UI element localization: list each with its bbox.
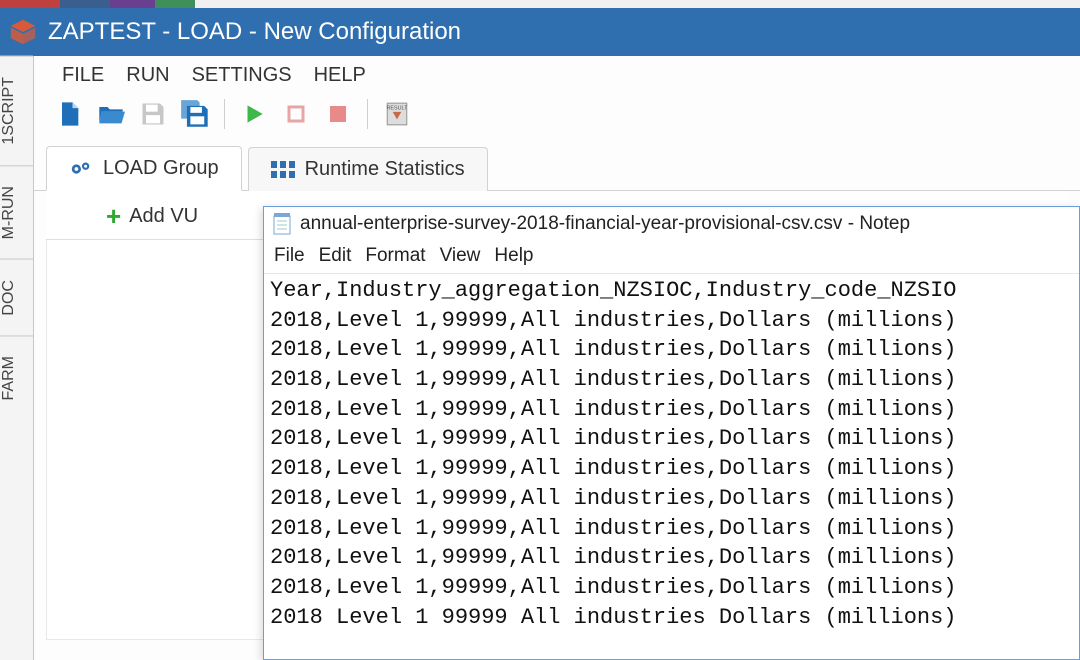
toolbar: RESULT bbox=[34, 91, 1080, 139]
notepad-line: 2018,Level 1,99999,All industries,Dollar… bbox=[270, 365, 1073, 395]
gears-icon bbox=[69, 158, 93, 180]
save-all-icon[interactable] bbox=[178, 97, 212, 131]
notepad-line: 2018,Level 1,99999,All industries,Dollar… bbox=[270, 335, 1073, 365]
notepad-menu-help[interactable]: Help bbox=[494, 245, 533, 267]
menu-settings[interactable]: SETTINGS bbox=[192, 64, 292, 87]
tab-row: LOAD Group Runtime Statistics bbox=[34, 139, 1080, 191]
notepad-window: annual-enterprise-survey-2018-financial-… bbox=[263, 206, 1080, 660]
menu-run[interactable]: RUN bbox=[126, 64, 169, 87]
tab-label: LOAD Group bbox=[103, 157, 219, 180]
notepad-menu-format[interactable]: Format bbox=[365, 245, 425, 267]
side-tab-doc[interactable]: DOC bbox=[0, 259, 33, 336]
app-logo-icon bbox=[8, 17, 38, 47]
notepad-menu-file[interactable]: File bbox=[274, 245, 305, 267]
notepad-menu-edit[interactable]: Edit bbox=[319, 245, 352, 267]
menu-bar: FILE RUN SETTINGS HELP bbox=[34, 56, 1080, 91]
grid-icon bbox=[271, 159, 295, 181]
open-folder-icon[interactable] bbox=[94, 97, 128, 131]
notepad-line: 2018 Level 1 99999 All industries Dollar… bbox=[270, 603, 1073, 633]
notepad-line: 2018,Level 1,99999,All industries,Dollar… bbox=[270, 395, 1073, 425]
side-tab-mrun[interactable]: M-RUN bbox=[0, 165, 33, 259]
plus-icon: + bbox=[106, 203, 121, 229]
toolbar-separator bbox=[367, 99, 368, 129]
notepad-line: 2018,Level 1,99999,All industries,Dollar… bbox=[270, 543, 1073, 573]
side-tab-farm[interactable]: FARM bbox=[0, 335, 33, 420]
title-bar: ZAPTEST - LOAD - New Configuration bbox=[0, 8, 1080, 56]
side-tab-1script[interactable]: 1SCRIPT bbox=[0, 56, 33, 165]
notepad-line: 2018,Level 1,99999,All industries,Dollar… bbox=[270, 424, 1073, 454]
menu-file[interactable]: FILE bbox=[62, 64, 104, 87]
tab-load-group[interactable]: LOAD Group bbox=[46, 146, 242, 191]
new-file-icon[interactable] bbox=[52, 97, 86, 131]
notepad-line: 2018,Level 1,99999,All industries,Dollar… bbox=[270, 454, 1073, 484]
record-icon[interactable] bbox=[321, 97, 355, 131]
window-title: ZAPTEST - LOAD - New Configuration bbox=[48, 18, 461, 46]
notepad-menu-bar: File Edit Format View Help bbox=[264, 241, 1079, 274]
notepad-line: 2018,Level 1,99999,All industries,Dollar… bbox=[270, 306, 1073, 336]
tab-runtime-statistics[interactable]: Runtime Statistics bbox=[248, 147, 488, 191]
notepad-line: 2018,Level 1,99999,All industries,Dollar… bbox=[270, 514, 1073, 544]
save-icon[interactable] bbox=[136, 97, 170, 131]
menu-help[interactable]: HELP bbox=[314, 64, 366, 87]
notepad-line: 2018,Level 1,99999,All industries,Dollar… bbox=[270, 484, 1073, 514]
notepad-line: Year,Industry_aggregation_NZSIOC,Industr… bbox=[270, 276, 1073, 306]
add-vu-button[interactable]: + Add VU bbox=[46, 203, 198, 229]
add-vu-label: Add VU bbox=[129, 205, 198, 228]
play-icon[interactable] bbox=[237, 97, 271, 131]
side-tab-strip: 1SCRIPT M-RUN DOC FARM bbox=[0, 56, 34, 660]
stop-icon[interactable] bbox=[279, 97, 313, 131]
notepad-text-area[interactable]: Year,Industry_aggregation_NZSIOC,Industr… bbox=[264, 274, 1079, 659]
notepad-title-text: annual-enterprise-survey-2018-financial-… bbox=[300, 213, 910, 235]
svg-text:RESULT: RESULT bbox=[387, 106, 409, 112]
tab-label: Runtime Statistics bbox=[305, 158, 465, 181]
notepad-line: 2018,Level 1,99999,All industries,Dollar… bbox=[270, 573, 1073, 603]
notepad-title-bar[interactable]: annual-enterprise-survey-2018-financial-… bbox=[264, 207, 1079, 241]
notepad-menu-view[interactable]: View bbox=[440, 245, 481, 267]
notepad-icon bbox=[272, 213, 294, 235]
toolbar-separator bbox=[224, 99, 225, 129]
results-icon[interactable]: RESULT bbox=[380, 97, 414, 131]
top-decor-stripes bbox=[0, 0, 1080, 8]
